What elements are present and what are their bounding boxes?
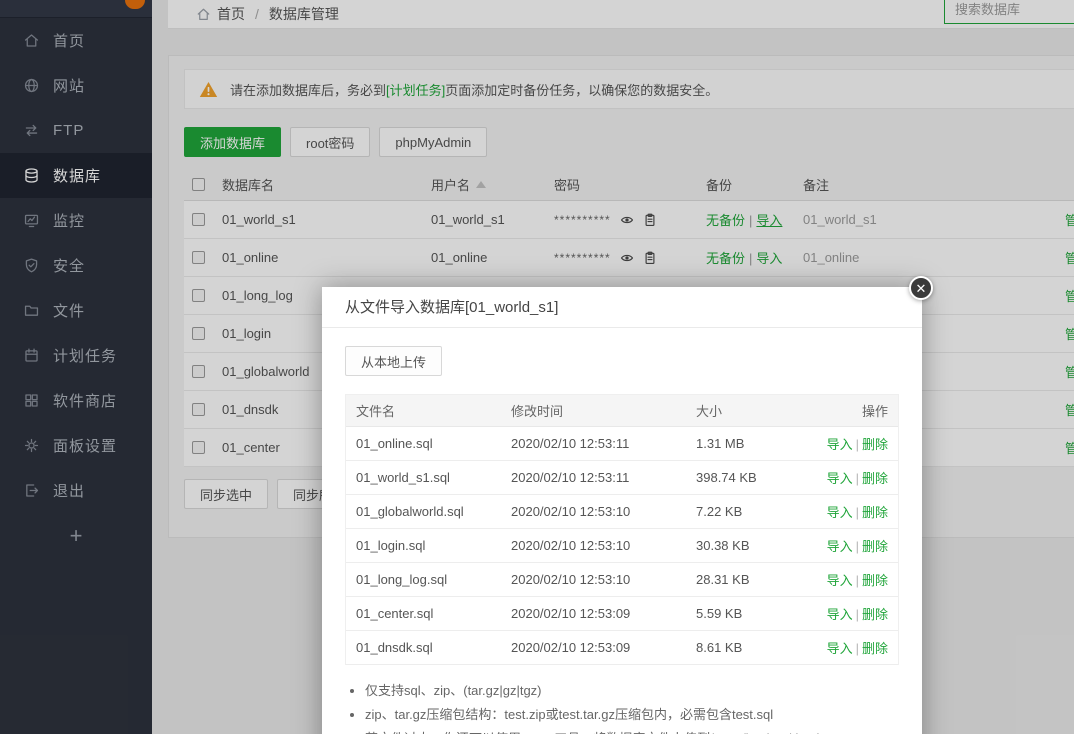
file-import-link[interactable]: 导入 xyxy=(827,573,853,588)
import-database-modal: ✕ 从文件导入数据库[01_world_s1] 从本地上传 文件名 修改时间 大… xyxy=(322,287,922,734)
file-name: 01_globalworld.sql xyxy=(346,504,511,519)
file-size: 1.31 MB xyxy=(696,436,826,451)
files-table-header: 文件名 修改时间 大小 操作 xyxy=(346,395,898,427)
file-delete-link[interactable]: 删除 xyxy=(862,573,888,588)
file-delete-link[interactable]: 删除 xyxy=(862,437,888,452)
file-mtime: 2020/02/10 12:53:09 xyxy=(511,606,696,621)
file-mtime: 2020/02/10 12:53:10 xyxy=(511,504,696,519)
file-mtime: 2020/02/10 12:53:11 xyxy=(511,436,696,451)
file-import-link[interactable]: 导入 xyxy=(827,471,853,486)
col-header-filename: 文件名 xyxy=(346,401,511,420)
app-root: 首页 网站 FTP 数据库 监控 安全 文件 计划任务 xyxy=(0,0,1074,734)
file-row: 01_center.sql 2020/02/10 12:53:09 5.59 K… xyxy=(346,597,898,631)
file-delete-link[interactable]: 删除 xyxy=(862,641,888,656)
file-mtime: 2020/02/10 12:53:09 xyxy=(511,640,696,655)
file-delete-link[interactable]: 删除 xyxy=(862,471,888,486)
file-mtime: 2020/02/10 12:53:11 xyxy=(511,470,696,485)
file-row: 01_dnsdk.sql 2020/02/10 12:53:09 8.61 KB… xyxy=(346,631,898,665)
file-import-link[interactable]: 导入 xyxy=(827,539,853,554)
file-mtime: 2020/02/10 12:53:10 xyxy=(511,572,696,587)
file-mtime: 2020/02/10 12:53:10 xyxy=(511,538,696,553)
file-size: 5.59 KB xyxy=(696,606,826,621)
file-row: 01_globalworld.sql 2020/02/10 12:53:10 7… xyxy=(346,495,898,529)
col-header-mtime: 修改时间 xyxy=(511,401,696,420)
upload-local-button[interactable]: 从本地上传 xyxy=(345,346,442,376)
modal-title: 从文件导入数据库[01_world_s1] xyxy=(322,287,922,328)
file-name: 01_online.sql xyxy=(346,436,511,451)
col-header-size: 大小 xyxy=(696,401,826,420)
file-size: 398.74 KB xyxy=(696,470,826,485)
file-row: 01_login.sql 2020/02/10 12:53:10 30.38 K… xyxy=(346,529,898,563)
file-delete-link[interactable]: 删除 xyxy=(862,539,888,554)
file-row: 01_world_s1.sql 2020/02/10 12:53:11 398.… xyxy=(346,461,898,495)
close-icon[interactable]: ✕ xyxy=(909,276,933,300)
file-row: 01_online.sql 2020/02/10 12:53:11 1.31 M… xyxy=(346,427,898,461)
file-name: 01_login.sql xyxy=(346,538,511,553)
file-import-link[interactable]: 导入 xyxy=(827,437,853,452)
file-name: 01_long_log.sql xyxy=(346,572,511,587)
file-delete-link[interactable]: 删除 xyxy=(862,505,888,520)
file-row: 01_long_log.sql 2020/02/10 12:53:10 28.3… xyxy=(346,563,898,597)
file-import-link[interactable]: 导入 xyxy=(827,607,853,622)
modal-notes: 仅支持sql、zip、(tar.gz|gz|tgz) zip、tar.gz压缩包… xyxy=(349,679,899,734)
file-delete-link[interactable]: 删除 xyxy=(862,607,888,622)
modal-body: 从本地上传 文件名 修改时间 大小 操作 01_online.sql 2020/… xyxy=(322,328,922,734)
file-import-link[interactable]: 导入 xyxy=(827,505,853,520)
file-size: 8.61 KB xyxy=(696,640,826,655)
note-item: 若文件过大，你还可以使用SFTP工具，将数据库文件上传到/www/backup/… xyxy=(365,727,899,734)
backup-files-table: 文件名 修改时间 大小 操作 01_online.sql 2020/02/10 … xyxy=(345,394,899,665)
file-name: 01_world_s1.sql xyxy=(346,470,511,485)
file-size: 28.31 KB xyxy=(696,572,826,587)
file-size: 7.22 KB xyxy=(696,504,826,519)
note-item: 仅支持sql、zip、(tar.gz|gz|tgz) xyxy=(365,679,899,703)
file-import-link[interactable]: 导入 xyxy=(827,641,853,656)
file-size: 30.38 KB xyxy=(696,538,826,553)
file-name: 01_dnsdk.sql xyxy=(346,640,511,655)
file-name: 01_center.sql xyxy=(346,606,511,621)
note-item: zip、tar.gz压缩包结构：test.zip或test.tar.gz压缩包内… xyxy=(365,703,899,727)
col-header-ops: 操作 xyxy=(826,401,898,420)
